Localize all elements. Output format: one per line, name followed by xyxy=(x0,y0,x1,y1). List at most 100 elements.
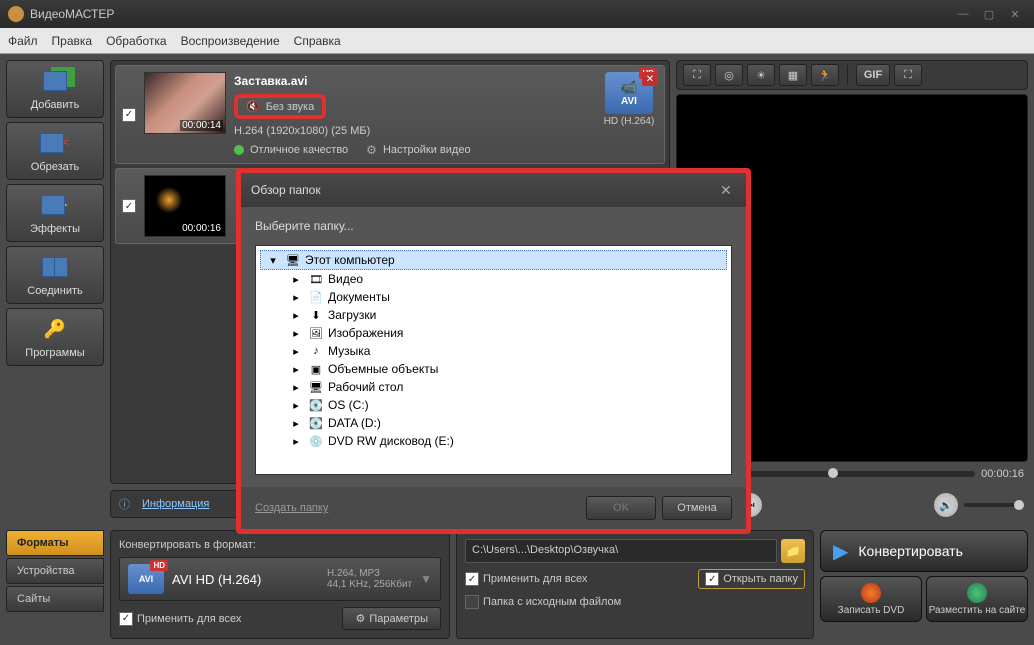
params-button[interactable]: ⚙Параметры xyxy=(342,607,441,630)
frame-icon[interactable]: ▦ xyxy=(779,64,807,86)
tree-item-label: DATA (D:) xyxy=(328,416,381,430)
tree-item-label: Объемные объекты xyxy=(328,362,438,376)
menu-playback[interactable]: Воспроизведение xyxy=(181,34,280,48)
open-folder-checkbox[interactable]: ✓ xyxy=(705,572,719,586)
dvd-icon xyxy=(861,583,881,603)
volume-slider[interactable] xyxy=(964,503,1024,507)
expand-icon[interactable]: ▸ xyxy=(288,380,304,394)
folder-type-icon: 💽 xyxy=(308,398,324,412)
crop-icon[interactable]: ⛶ xyxy=(683,64,711,86)
open-folder-label: Открыть папку xyxy=(723,573,798,585)
enhance-icon[interactable]: ◎ xyxy=(715,64,743,86)
app-title: ВидеоМАСТЕР xyxy=(30,7,114,21)
expand-icon[interactable]: ▸ xyxy=(288,362,304,376)
remove-item-button[interactable]: ✕ xyxy=(642,72,658,86)
join-icon xyxy=(37,253,73,281)
maximize-button[interactable]: ▢ xyxy=(978,6,1000,22)
publish-button[interactable]: Разместить на сайте xyxy=(926,576,1028,622)
output-panel: C:\Users\...\Desktop\Озвучка\ 📁 ✓ Примен… xyxy=(456,530,814,639)
convert-icon: ▶ xyxy=(833,539,848,564)
folder-tree[interactable]: ▾🖥Этот компьютер▸🎞Видео▸📄Документы▸⬇Загр… xyxy=(255,245,732,475)
app-icon xyxy=(8,6,24,22)
tree-item[interactable]: ▸▣Объемные объекты xyxy=(260,360,727,378)
output-apply-all-label: Применить для всех xyxy=(483,573,587,585)
tab-devices[interactable]: Устройства xyxy=(6,558,104,584)
video-settings-link[interactable]: Настройки видео xyxy=(383,144,471,156)
preview-toolbar: ⛶ ◎ ☀ ▦ 🏃 GIF ⛶ xyxy=(676,60,1028,90)
tree-item[interactable]: ▸💽DATA (D:) xyxy=(260,414,727,432)
tree-item-label: Загрузки xyxy=(328,308,376,322)
expand-icon[interactable]: ▸ xyxy=(288,326,304,340)
audio-status: Без звука xyxy=(266,101,315,113)
tree-item[interactable]: ▾🖥Этот компьютер xyxy=(260,250,727,270)
menubar: Файл Правка Обработка Воспроизведение Сп… xyxy=(0,28,1034,54)
apply-all-checkbox[interactable]: ✓ xyxy=(119,612,133,626)
format-detail: H.264, MP3 44,1 KHz, 256Кбит xyxy=(327,568,412,590)
fullscreen-icon[interactable]: ⛶ xyxy=(894,64,922,86)
tree-item[interactable]: ▸ 🖼 Изображения xyxy=(260,324,727,342)
tab-sites[interactable]: Сайты xyxy=(6,586,104,612)
output-path[interactable]: C:\Users\...\Desktop\Озвучка\ xyxy=(465,539,777,563)
video-thumbnail[interactable]: 00:00:14 xyxy=(144,72,226,134)
folder-type-icon: 🖼 xyxy=(308,326,324,340)
menu-edit[interactable]: Правка xyxy=(52,34,93,48)
ok-button[interactable]: OK xyxy=(586,496,656,520)
tree-item[interactable]: ▸♪Музыка xyxy=(260,342,727,360)
effects-button[interactable]: ✦ Эффекты xyxy=(6,184,104,242)
browse-button[interactable]: 📁 xyxy=(781,539,805,563)
cancel-button[interactable]: Отмена xyxy=(662,496,732,520)
tree-item[interactable]: ▸🎞Видео xyxy=(260,270,727,288)
minimize-button[interactable]: — xyxy=(952,6,974,22)
format-code: AVI xyxy=(621,96,637,107)
expand-icon[interactable]: ▸ xyxy=(288,290,304,304)
apply-all-label: Применить для всех xyxy=(137,613,241,625)
cut-icon: ✂ xyxy=(37,129,73,157)
tree-item[interactable]: ▸🖥Рабочий стол xyxy=(260,378,727,396)
expand-icon[interactable]: ▸ xyxy=(288,398,304,412)
format-name: AVI HD (H.264) xyxy=(172,572,319,587)
programs-icon: 🔑 xyxy=(37,315,73,343)
info-link[interactable]: Информация xyxy=(142,498,209,510)
tab-formats[interactable]: Форматы xyxy=(6,530,104,556)
format-panel: Конвертировать в формат: HDAVI AVI HD (H… xyxy=(110,530,450,639)
brightness-icon[interactable]: ☀ xyxy=(747,64,775,86)
volume-icon[interactable]: 🔊 xyxy=(934,493,958,517)
menu-process[interactable]: Обработка xyxy=(106,34,167,48)
gif-button[interactable]: GIF xyxy=(856,64,890,86)
source-folder-checkbox[interactable] xyxy=(465,595,479,609)
codec-info: H.264 (1920x1080) (25 МБ) xyxy=(234,125,592,137)
video-thumbnail[interactable]: 00:00:16 xyxy=(144,175,226,237)
create-folder-link[interactable]: Создать папку xyxy=(255,502,328,514)
cut-button[interactable]: ✂ Обрезать xyxy=(6,122,104,180)
speed-icon[interactable]: 🏃 xyxy=(811,64,839,86)
format-label: HD (H.264) xyxy=(604,116,655,127)
expand-icon[interactable]: ▸ xyxy=(288,272,304,286)
menu-help[interactable]: Справка xyxy=(294,34,341,48)
tree-item[interactable]: ▸⬇Загрузки xyxy=(260,306,727,324)
programs-button[interactable]: 🔑 Программы xyxy=(6,308,104,366)
tree-item[interactable]: ▸💽OS (C:) xyxy=(260,396,727,414)
expand-icon[interactable]: ▾ xyxy=(265,253,281,267)
expand-icon[interactable]: ▸ xyxy=(288,308,304,322)
tree-item-label: Изображения xyxy=(328,326,403,340)
join-button[interactable]: Соединить xyxy=(6,246,104,304)
video-checkbox[interactable]: ✓ xyxy=(122,108,136,122)
tree-item[interactable]: ▸📄Документы xyxy=(260,288,727,306)
dialog-close-button[interactable]: ✕ xyxy=(720,182,736,198)
burn-dvd-button[interactable]: Записать DVD xyxy=(820,576,922,622)
expand-icon[interactable]: ▸ xyxy=(288,434,304,448)
expand-icon[interactable]: ▸ xyxy=(288,344,304,358)
preview-time: 00:00:16 xyxy=(981,468,1024,480)
tree-item[interactable]: ▸💿DVD RW дисковод (E:) xyxy=(260,432,727,450)
gear-icon: ⚙ xyxy=(355,612,365,625)
video-item[interactable]: ✓ 00:00:14 Заставка.avi 🔇Без звука H.264… xyxy=(115,65,665,164)
add-button[interactable]: Добавить xyxy=(6,60,104,118)
expand-icon[interactable]: ▸ xyxy=(288,416,304,430)
format-select[interactable]: HDAVI AVI HD (H.264) H.264, MP3 44,1 KHz… xyxy=(119,557,441,601)
convert-button[interactable]: ▶ Конвертировать xyxy=(820,530,1028,572)
menu-file[interactable]: Файл xyxy=(8,34,38,48)
video-checkbox[interactable]: ✓ xyxy=(122,199,136,213)
tree-item-label: Видео xyxy=(328,272,363,286)
close-button[interactable]: ✕ xyxy=(1004,6,1026,22)
output-apply-all-checkbox[interactable]: ✓ xyxy=(465,572,479,586)
